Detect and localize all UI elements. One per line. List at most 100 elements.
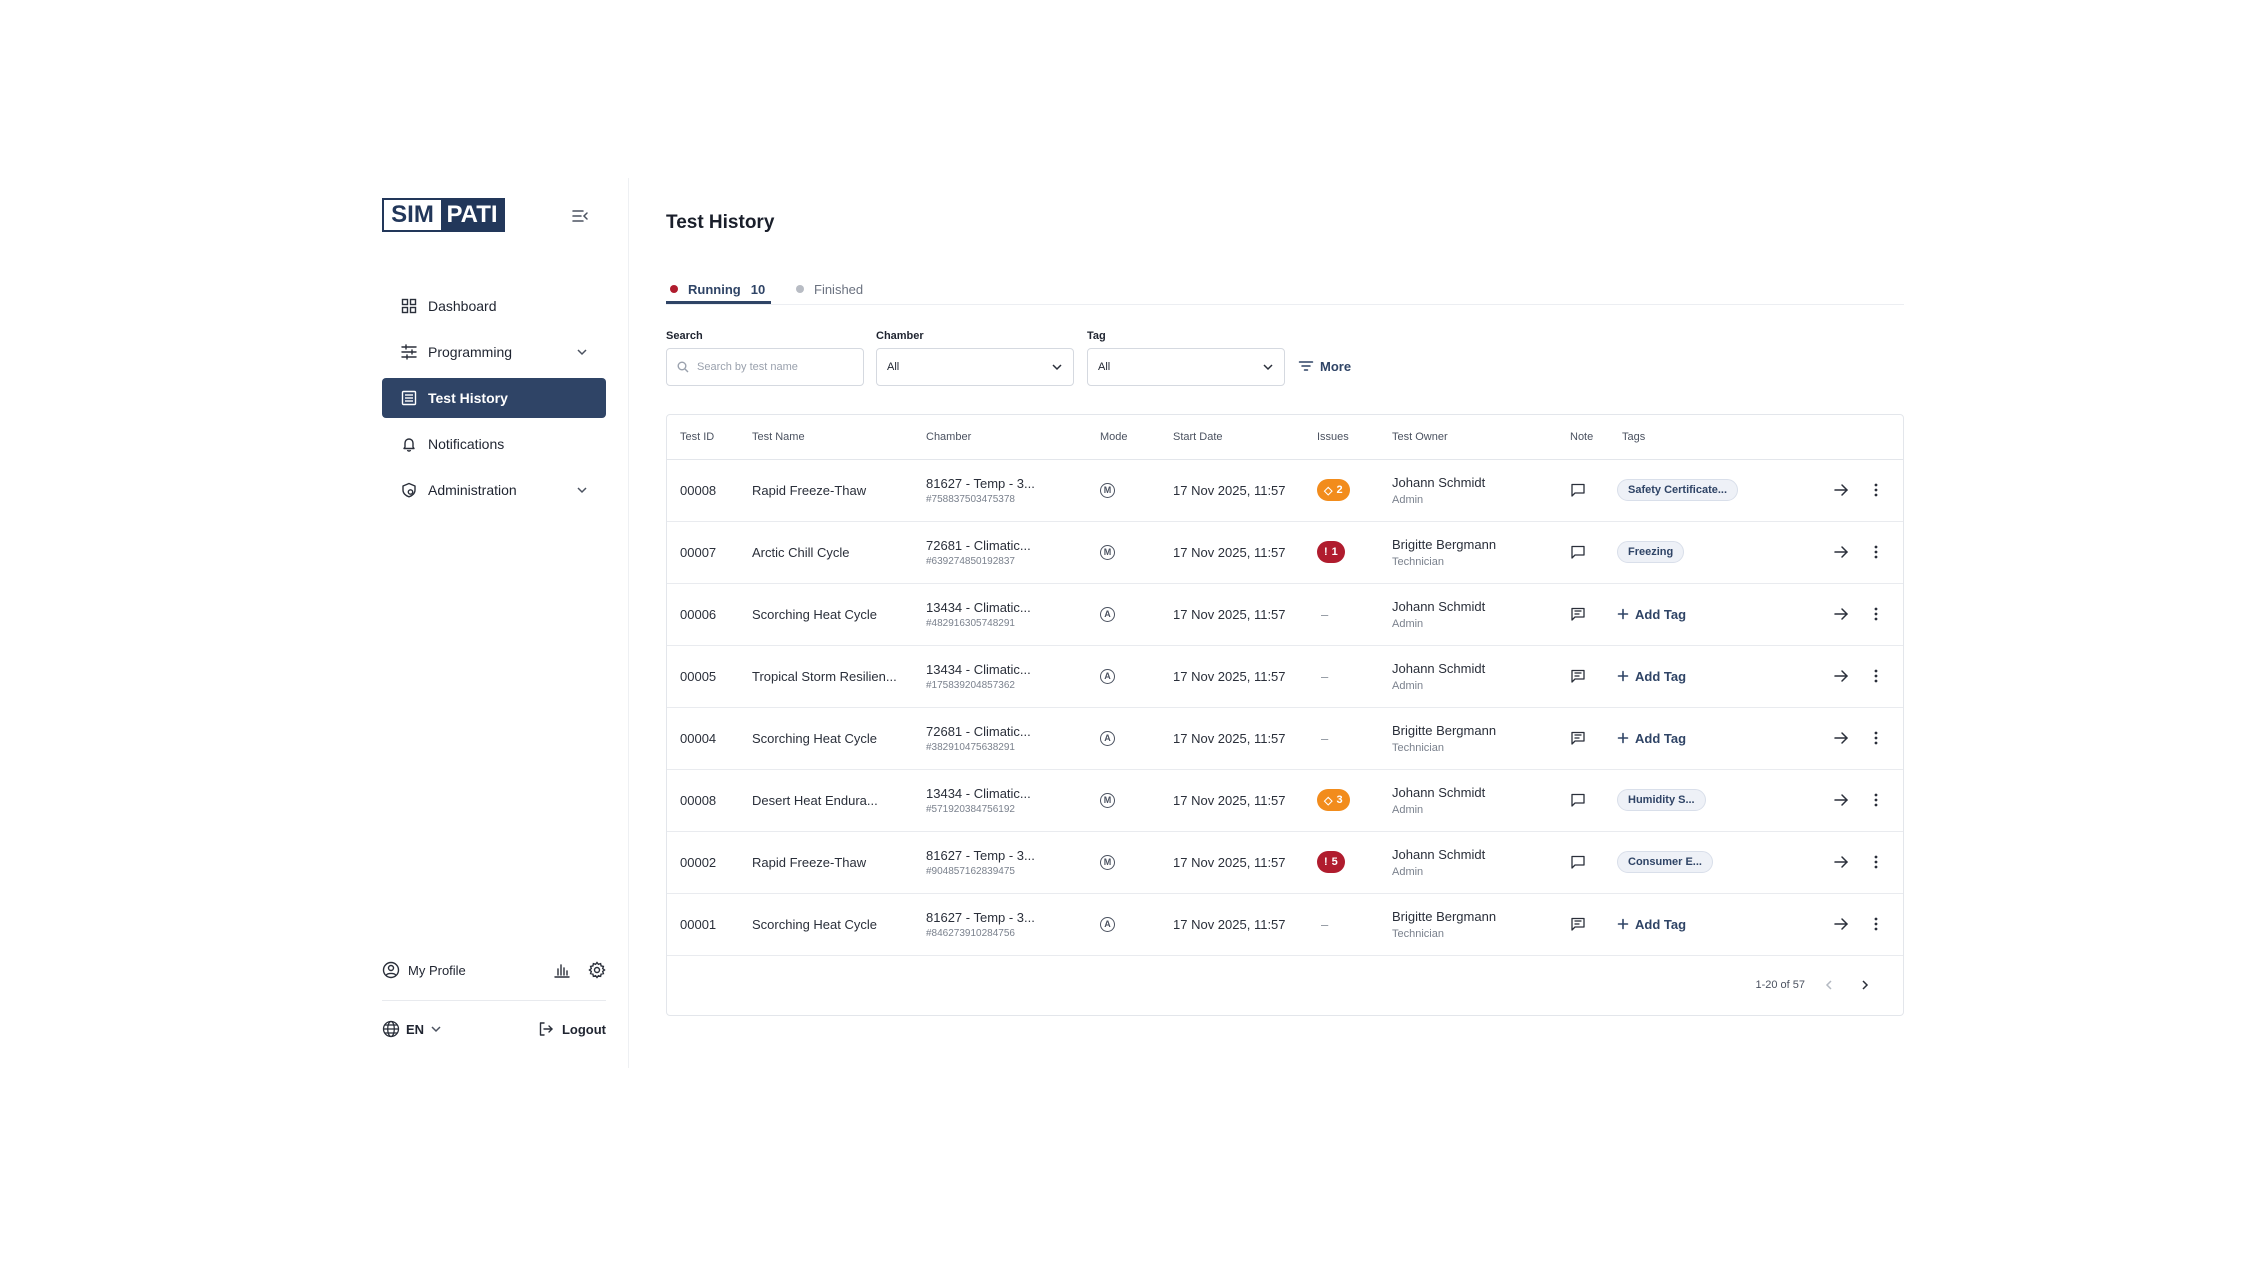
running-status-dot [670,285,678,293]
my-profile-link[interactable]: My Profile [382,961,554,979]
row-menu-button[interactable] [1873,645,1879,707]
chevron-down-icon [1263,364,1273,371]
issues-cell: – [1317,583,1328,645]
owner-name: Johann Schmidt [1392,474,1486,490]
row-menu-button[interactable] [1873,521,1879,583]
row-menu-button[interactable] [1873,583,1879,645]
test-id: 00001 [680,916,717,932]
add-tag-button[interactable]: Add Tag [1617,731,1686,746]
stats-button[interactable] [554,962,570,978]
issues-critical-badge[interactable]: ! 5 [1317,851,1345,873]
sidebar-item-administration[interactable]: Administration [382,470,606,510]
table-row[interactable]: 00004 Scorching Heat Cycle 72681 - Climati… [667,707,1903,770]
tab-finished[interactable]: Finished [796,274,863,304]
add-tag-button[interactable]: Add Tag [1617,917,1686,932]
mode-cell: A [1100,893,1115,955]
header-test-name[interactable]: Test Name [752,415,805,459]
table-row[interactable]: 00001 Scorching Heat Cycle 81627 - Temp - … [667,893,1903,956]
header-issues[interactable]: Issues [1317,415,1349,459]
issues-warning-badge[interactable]: ◇ 3 [1317,789,1350,811]
previous-page-button[interactable] [1817,973,1841,997]
chamber-name: 72681 - Climatic... [926,723,1031,739]
issues-critical-badge[interactable]: ! 1 [1317,541,1345,563]
tags-cell: Safety Certificate... [1617,459,1739,521]
add-tag-button[interactable]: Add Tag [1617,669,1686,684]
search-box [666,348,864,386]
open-test-button[interactable] [1833,707,1849,769]
table-row[interactable]: 00005 Tropical Storm Resilien... 13434 - C… [667,645,1903,708]
add-tag-button[interactable]: Add Tag [1617,607,1686,622]
tag-chip[interactable]: Freezing [1617,541,1685,563]
note-button[interactable] [1570,893,1586,955]
next-page-button[interactable] [1853,973,1877,997]
search-input[interactable] [695,360,849,374]
open-test-button[interactable] [1833,521,1849,583]
collapse-sidebar-button[interactable] [568,204,592,228]
tab-running[interactable]: Running 10 [670,274,765,304]
language-selector[interactable]: EN [382,1020,538,1038]
sidebar-item-label: Administration [428,482,517,498]
tag-chip[interactable]: Humidity S... [1617,789,1706,811]
row-menu-button[interactable] [1873,459,1879,521]
tag-chip[interactable]: Consumer E... [1617,851,1713,873]
table-row[interactable]: 00008 Desert Heat Endura... 13434 - Climat… [667,769,1903,832]
row-menu-button[interactable] [1873,707,1879,769]
row-menu-button[interactable] [1873,831,1879,893]
header-tags[interactable]: Tags [1622,415,1645,459]
note-button[interactable] [1570,645,1586,707]
owner-cell: Johann Schmidt Admin [1392,769,1485,831]
mode-cell: A [1100,707,1115,769]
header-mode[interactable]: Mode [1100,415,1128,459]
mode-icon: A [1100,606,1115,622]
settings-button[interactable] [588,961,606,979]
arrow-right-icon [1833,606,1849,622]
plus-icon [1617,732,1629,744]
issues-count: 5 [1331,856,1338,868]
note-button[interactable] [1570,707,1586,769]
table-row[interactable]: 00007 Arctic Chill Cycle 72681 - Climatic.… [667,521,1903,584]
chamber-select[interactable]: All [876,348,1074,386]
tag-chip[interactable]: Safety Certificate... [1617,479,1739,501]
issues-cell: ! 1 [1317,521,1345,583]
mode-cell: M [1100,769,1115,831]
arrow-right-icon [1833,668,1849,684]
table-row[interactable]: 00006 Scorching Heat Cycle 13434 - Climati… [667,583,1903,646]
sidebar-item-dashboard[interactable]: Dashboard [382,286,606,326]
logout-button[interactable]: Logout [538,1021,606,1037]
note-button[interactable] [1570,459,1586,521]
more-filters-button[interactable]: More [1298,358,1351,374]
open-test-button[interactable] [1833,645,1849,707]
sidebar-item-programming[interactable]: Programming [382,332,606,372]
simpati-logo[interactable]: SIM PATI [382,198,505,232]
header-start-date[interactable]: Start Date [1173,415,1223,459]
sidebar-item-notifications[interactable]: Notifications [382,424,606,464]
dashboard-icon [400,297,418,315]
header-test-owner[interactable]: Test Owner [1392,415,1448,459]
issues-warning-badge[interactable]: ◇ 2 [1317,479,1350,501]
open-test-button[interactable] [1833,893,1849,955]
open-test-button[interactable] [1833,459,1849,521]
globe-icon [382,1020,400,1038]
logout-icon [539,1022,553,1036]
table-row[interactable]: 00008 Rapid Freeze-Thaw 81627 - Temp - 3..… [667,459,1903,522]
test-id: 00006 [680,606,717,622]
tag-select[interactable]: All [1087,348,1285,386]
chamber-name: 81627 - Temp - 3... [926,847,1035,863]
row-menu-button[interactable] [1873,769,1879,831]
header-note[interactable]: Note [1570,415,1593,459]
add-tag-label: Add Tag [1635,730,1687,746]
note-button[interactable] [1570,831,1586,893]
header-chamber[interactable]: Chamber [926,415,971,459]
table-row[interactable]: 00002 Rapid Freeze-Thaw 81627 - Temp - 3..… [667,831,1903,894]
open-test-button[interactable] [1833,583,1849,645]
row-menu-button[interactable] [1873,893,1879,955]
table-header: Test ID Test Name Chamber Mode Start Dat… [667,415,1903,460]
open-test-button[interactable] [1833,769,1849,831]
sidebar-item-test-history[interactable]: Test History [382,378,606,418]
note-button[interactable] [1570,769,1586,831]
start-date: 17 Nov 2025, 11:57 [1173,854,1286,870]
note-button[interactable] [1570,521,1586,583]
open-test-button[interactable] [1833,831,1849,893]
note-button[interactable] [1570,583,1586,645]
header-test-id[interactable]: Test ID [680,415,714,459]
